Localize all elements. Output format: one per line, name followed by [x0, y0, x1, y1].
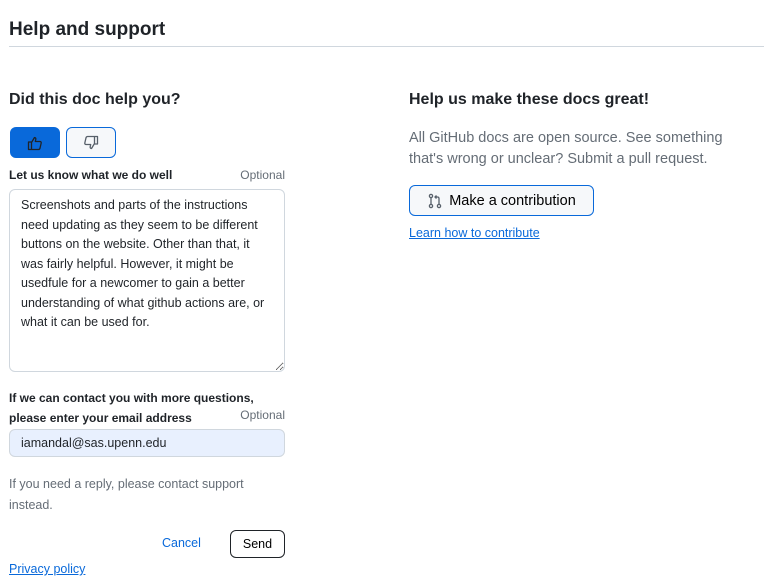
make-contribution-button[interactable]: Make a contribution: [409, 185, 594, 216]
thumbs-down-icon: [84, 135, 99, 149]
support-note: If you need a reply, please contact supp…: [9, 477, 244, 512]
email-optional: Optional: [240, 408, 285, 422]
well-label: Let us know what we do well: [9, 168, 173, 182]
contribute-title: Help us make these docs great!: [409, 91, 650, 108]
email-label: If we can contact you with more question…: [9, 391, 254, 425]
contribute-description: All GitHub docs are open source. See som…: [409, 130, 723, 167]
page-title: Help and support: [9, 19, 166, 40]
divider: [9, 46, 764, 47]
privacy-policy-link[interactable]: Privacy policy: [9, 562, 85, 576]
thumbs-down-button[interactable]: [66, 127, 116, 158]
feedback-title: Did this doc help you?: [9, 91, 181, 108]
cancel-button[interactable]: Cancel: [162, 536, 201, 550]
git-pull-request-icon: [428, 193, 442, 208]
make-contribution-label: Make a contribution: [449, 192, 576, 209]
learn-contribute-link[interactable]: Learn how to contribute: [409, 226, 540, 240]
email-input[interactable]: [9, 429, 285, 457]
thumbs-up-icon: [27, 136, 42, 150]
send-button[interactable]: Send: [230, 530, 285, 558]
well-optional: Optional: [240, 168, 285, 182]
feedback-textarea[interactable]: Screenshots and parts of the instruction…: [9, 189, 285, 372]
thumbs-up-button[interactable]: [10, 127, 60, 158]
